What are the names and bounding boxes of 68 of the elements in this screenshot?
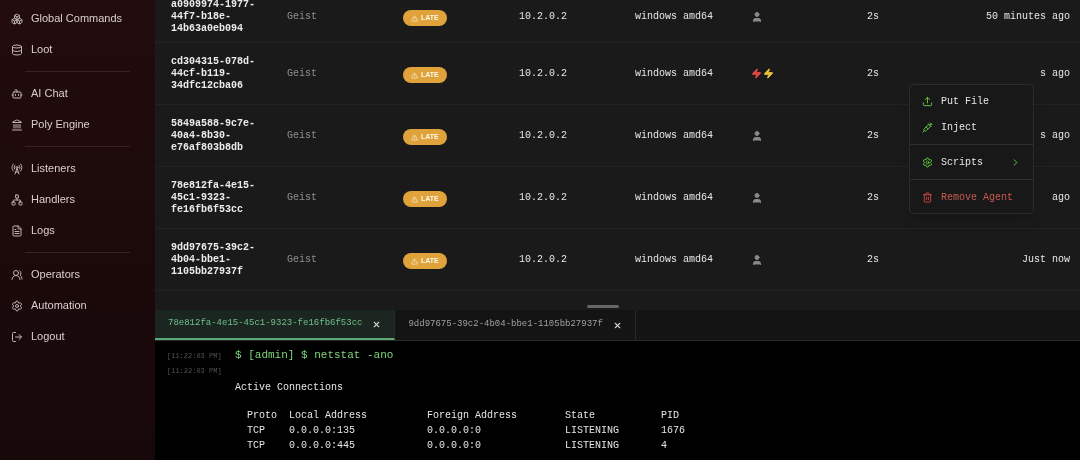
syringe-icon xyxy=(922,121,933,133)
agent-name: Geist xyxy=(287,129,318,143)
boxes-icon xyxy=(11,12,23,25)
logout-icon xyxy=(11,330,23,343)
database-icon xyxy=(11,43,23,56)
ip-address: 10.2.0.2 xyxy=(519,191,568,205)
network-icon xyxy=(11,193,23,206)
antenna-icon xyxy=(11,162,23,175)
os-label: windows amd64 xyxy=(635,253,714,267)
sidebar-item[interactable]: Global Commands xyxy=(0,3,155,34)
sidebar-item[interactable]: Logs xyxy=(0,215,155,246)
menu-item[interactable]: Scripts xyxy=(910,149,1033,175)
close-icon[interactable] xyxy=(372,319,382,329)
output-line: TCP 0.0.0.0:135 0.0.0.0:0 LISTENING 1676 xyxy=(246,424,687,438)
agent-id: 78e812fa-4e15- 45c1-9323- fe16fb6f53cc xyxy=(171,179,256,216)
agent-id: 9dd97675-39c2- 4b04-bbe1- 1105bb27937f xyxy=(171,241,256,278)
document-icon xyxy=(11,224,23,237)
sleep-interval: 2s xyxy=(867,10,879,24)
agent-name: Geist xyxy=(287,253,318,267)
settings-icon xyxy=(922,156,933,168)
sidebar-item[interactable]: Operators xyxy=(0,259,155,290)
sidebar-item[interactable]: Loot xyxy=(0,34,155,65)
console-tab[interactable]: 78e812fa-4e15-45c1-9323-fe16fb6f53cc xyxy=(155,310,396,340)
sidebar-item[interactable]: Automation xyxy=(0,290,155,321)
sleep-interval: 2s xyxy=(867,191,879,205)
last-seen: s ago xyxy=(1040,129,1070,143)
last-seen: ago xyxy=(1052,191,1070,205)
sidebar-item[interactable]: Logout xyxy=(0,321,155,352)
sidebar-item[interactable]: AI Chat xyxy=(0,78,155,109)
agent-id: a0909974-1977- 44f7-b18e- 14b63a0eb094 xyxy=(171,0,256,35)
menu-item[interactable]: Put File xyxy=(910,88,1033,114)
os-label: windows amd64 xyxy=(635,191,714,205)
agent-id: cd304315-078d- 44cf-b119- 34dfc12cba06 xyxy=(171,55,256,92)
console-tab[interactable]: 9dd97675-39c2-4b04-bbe1-1105bb27937f xyxy=(395,310,636,340)
robot-icon xyxy=(11,87,23,100)
agent-name: Geist xyxy=(287,10,318,24)
building-icon xyxy=(11,118,23,131)
resize-handle[interactable] xyxy=(586,305,619,308)
sidebar-item[interactable]: Listeners xyxy=(0,153,155,184)
agent-name: Geist xyxy=(287,67,318,81)
output-line: TCP 0.0.0.0:445 0.0.0.0:0 LISTENING 4 xyxy=(246,439,669,453)
os-label: windows amd64 xyxy=(635,67,714,81)
sidebar-item[interactable]: Handlers xyxy=(0,184,155,215)
agent-id: 5849a588-9c7e- 40a4-8b30- e76af803b8db xyxy=(171,117,256,154)
trash-icon xyxy=(922,191,933,203)
ip-address: 10.2.0.2 xyxy=(519,253,568,267)
sleep-interval: 2s xyxy=(867,67,879,81)
upload-icon xyxy=(922,95,933,107)
last-seen: 50 minutes ago xyxy=(986,10,1070,24)
menu-item[interactable]: Inject xyxy=(910,114,1033,140)
ip-address: 10.2.0.2 xyxy=(519,129,568,143)
last-seen: s ago xyxy=(1040,67,1070,81)
last-seen: Just now xyxy=(1022,253,1070,267)
sleep-interval: 2s xyxy=(867,253,879,267)
sidebar-item[interactable]: Poly Engine xyxy=(0,109,155,140)
command-line: $ [admin] $ netstat -ano xyxy=(235,348,394,363)
os-label: windows amd64 xyxy=(635,129,714,143)
output-line: Proto Local Address Foreign Address State PID xyxy=(246,409,681,423)
sleep-interval: 2s xyxy=(867,129,879,143)
ip-address: 10.2.0.2 xyxy=(519,67,568,81)
os-label: windows amd64 xyxy=(635,10,714,24)
settings-icon xyxy=(11,299,23,312)
menu-item[interactable]: Remove Agent xyxy=(910,184,1033,210)
close-icon[interactable] xyxy=(612,320,622,330)
agent-name: Geist xyxy=(287,191,318,205)
output-line: Active Connections xyxy=(235,381,345,395)
ip-address: 10.2.0.2 xyxy=(519,10,568,24)
users-icon xyxy=(11,268,23,281)
